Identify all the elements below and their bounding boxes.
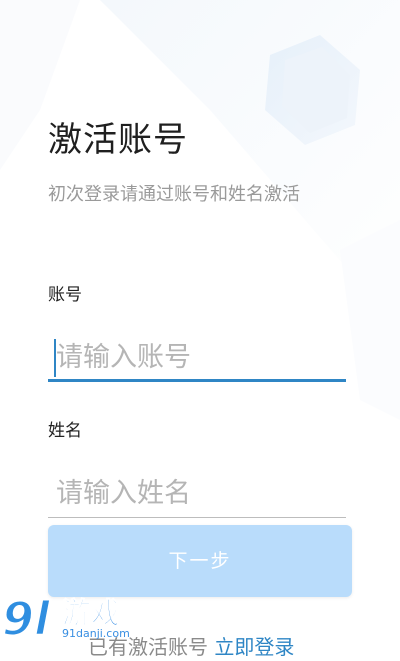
name-field[interactable] — [48, 470, 346, 518]
site-watermark: 9l 游戏 91danji.com — [0, 592, 150, 646]
activation-screen: 激活账号 初次登录请通过账号和姓名激活 账号 姓名 下一步 已有激活账号 立即登… — [0, 0, 400, 659]
name-label: 姓名 — [48, 421, 82, 441]
watermark-logo-number: 9l — [1, 592, 51, 646]
page-title: 激活账号 — [48, 120, 188, 160]
name-input[interactable] — [56, 470, 340, 516]
watermark-logo-text: 游戏 — [61, 596, 121, 631]
account-field[interactable] — [48, 334, 346, 382]
page-subtitle: 初次登录请通过账号和姓名激活 — [48, 184, 300, 205]
watermark-domain: 91danji.com — [62, 627, 130, 640]
login-link[interactable]: 立即登录 — [214, 635, 294, 659]
account-input[interactable] — [56, 334, 340, 380]
next-button[interactable]: 下一步 — [48, 525, 352, 597]
account-label: 账号 — [48, 285, 82, 305]
